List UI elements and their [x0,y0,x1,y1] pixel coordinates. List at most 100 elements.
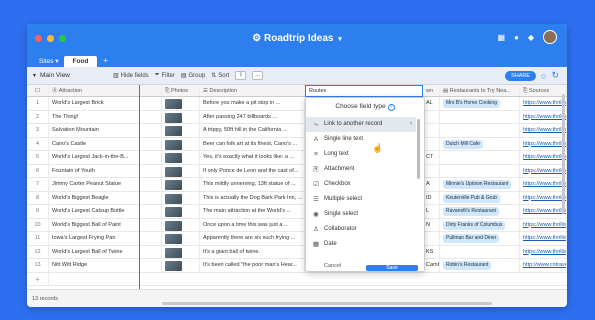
photo-thumbnail[interactable] [165,112,182,123]
source-cell[interactable]: https://www.thrillist.com/t [520,137,567,150]
cancel-button[interactable]: Cancel [324,263,341,269]
restaurant-tag[interactable]: Pullman Bar and Diner [443,234,500,243]
photo-thumbnail[interactable] [165,234,182,244]
more-options-icon[interactable]: … [252,71,264,80]
description-cell[interactable]: A trippy, 50ft hill in the California ..… [200,124,305,137]
group-button[interactable]: ▤ Group [181,72,205,80]
field-type-single-select[interactable]: ◉ Single select [306,207,416,222]
source-cell[interactable]: https://www.thrillist.com/t [520,178,567,191]
town-cell[interactable]: KS [423,245,440,258]
town-cell[interactable]: N [423,218,440,231]
town-cell[interactable]: ID [423,191,440,204]
filter-button[interactable]: ⏷ Filter [155,72,175,79]
attraction-cell[interactable]: Iowa's Largest Frying Pan [49,232,162,245]
town-cell[interactable] [423,110,440,123]
attraction-cell[interactable]: World's Largest Jack-in-the-B... [49,151,162,164]
town-cell[interactable]: Cambria, CA [423,259,440,272]
town-cell[interactable]: L [423,205,440,218]
description-cell[interactable]: If only Ponce de Leon and the cast of... [200,164,305,177]
save-button[interactable]: Save [366,265,418,271]
description-cell[interactable]: This is actually the Dog Bark Park Inn, … [200,191,305,204]
restaurant-cell[interactable] [440,124,520,137]
table-row[interactable]: 5 World's Largest Jack-in-the-B... Yes, it… [27,151,567,165]
source-cell[interactable]: https://www.thrillist.com/t [520,97,567,110]
attraction-cell[interactable]: Fountain of Youth [49,164,162,177]
description-cell[interactable]: Yes, it's exactly what it looks like: a … [200,151,305,164]
description-cell[interactable]: Apparently there are six such frying ... [200,232,305,245]
history-icon[interactable]: ↻ [551,70,559,81]
share-button[interactable]: SHARE [505,70,537,81]
description-cell[interactable]: This mildly unnerving, 13ft statue of ..… [200,178,305,191]
source-link[interactable]: https://www.thrillist.com/t [523,154,566,160]
restaurant-cell[interactable]: Dirty Franks of Columbus [440,218,520,231]
attraction-cell[interactable]: World's Biggest Ball of Paint [49,218,162,231]
attraction-cell[interactable]: Jimmy Carter Peanut Statue [49,178,162,191]
field-type-link-record[interactable]: ⤷ Link to another record › [306,117,416,132]
photo-thumbnail[interactable] [165,193,182,204]
town-cell[interactable] [423,164,440,177]
source-cell[interactable]: https://www.thrillist.com/t [520,232,567,245]
source-cell[interactable]: http://www.cntraveler.com/ [520,259,567,272]
table-row[interactable]: 2 The Thing! After passing 247 billboards … [27,110,567,124]
table-row[interactable]: 11 Iowa's Largest Frying Pan Apparently th… [27,232,567,246]
attraction-cell[interactable]: Salvation Mountain [49,124,162,137]
table-row[interactable]: 8 World's Biggest Beagle This is actually … [27,191,567,205]
source-link[interactable]: https://www.thrillist.com/t [523,208,566,214]
attraction-cell[interactable]: World's Biggest Beagle [49,191,162,204]
restaurant-cell[interactable]: Robin's Restaurant [440,259,520,272]
source-link[interactable]: https://www.thrillist.com/t [523,222,566,228]
photo-cell[interactable] [162,151,200,164]
restaurant-cell[interactable] [440,164,520,177]
field-type-date[interactable]: ▦ Date [306,237,416,252]
restaurant-cell[interactable]: Keuterville Pub & Grub [440,191,520,204]
photo-thumbnail[interactable] [165,207,182,217]
select-all-checkbox[interactable]: ☐ [27,85,49,96]
column-resize-handle[interactable] [139,85,140,307]
town-cell[interactable] [423,232,440,245]
photo-thumbnail[interactable] [165,126,182,136]
source-link[interactable]: https://www.thrillist.com/t [523,168,566,174]
table-row[interactable]: 7 Jimmy Carter Peanut Statue This mildly u… [27,178,567,192]
field-type-long-text[interactable]: ≡ Long text [306,147,416,162]
town-cell[interactable]: CT [423,151,440,164]
source-cell[interactable]: https://www.thrillist.com/t [520,164,567,177]
source-cell[interactable]: https://www.thrillist.com/t [520,218,567,231]
view-switcher[interactable]: ▾ Main View [33,72,70,79]
photo-thumbnail[interactable] [165,99,182,109]
source-link[interactable]: https://www.thrillist.com/t [523,249,566,255]
source-cell[interactable]: https://www.thrillist.com/t [520,110,567,123]
attraction-cell[interactable]: The Thing! [49,110,162,123]
source-link[interactable]: https://www.thrillist.com/t [523,235,566,241]
restaurant-tag[interactable]: Robin's Restaurant [443,261,492,270]
photo-cell[interactable] [162,178,200,191]
popup-scrollbar[interactable] [417,119,420,179]
restaurant-cell[interactable]: Pullman Bar and Diner [440,232,520,245]
photo-thumbnail[interactable] [165,220,182,231]
base-title[interactable]: ⚙ Roadtrip Ideas ▾ [27,33,567,44]
source-cell[interactable]: https://www.thrillist.com/t [520,151,567,164]
tab-food[interactable]: Food [63,56,98,67]
restaurant-cell[interactable] [440,245,520,258]
photo-cell[interactable] [162,137,200,150]
photo-cell[interactable] [162,205,200,218]
notifications-icon[interactable]: ◆ [528,33,534,42]
attraction-cell[interactable]: Nitt Witt Ridge [49,259,162,272]
source-cell[interactable]: https://www.thrillist.com/t [520,124,567,137]
horizontal-scrollbar[interactable] [162,302,492,305]
sort-button[interactable]: ⇅ Sort [211,72,229,80]
attraction-cell[interactable]: World's Largest Catsup Bottle [49,205,162,218]
share-view-icon[interactable]: ⇪ [235,71,247,80]
description-cell[interactable]: The main attraction at the World's ... [200,205,305,218]
source-cell[interactable]: https://www.thrillist.com/t [520,245,567,258]
photo-thumbnail[interactable] [165,166,182,177]
restaurant-tag[interactable]: Dutch Mill Cafe [443,139,483,149]
photo-cell[interactable] [162,124,200,137]
table-row[interactable]: 10 World's Biggest Ball of Paint Once upon… [27,218,567,232]
town-cell[interactable] [423,124,440,137]
restaurant-cell[interactable]: Dutch Mill Cafe [440,137,520,150]
tab-sites[interactable]: Sites ▾ [34,55,64,67]
photo-cell[interactable] [162,191,200,204]
add-record-button[interactable]: + [27,272,49,285]
column-header-town[interactable]: wn [423,85,440,96]
table-row[interactable]: 13 Nitt Witt Ridge It's been called "the p… [27,259,567,273]
